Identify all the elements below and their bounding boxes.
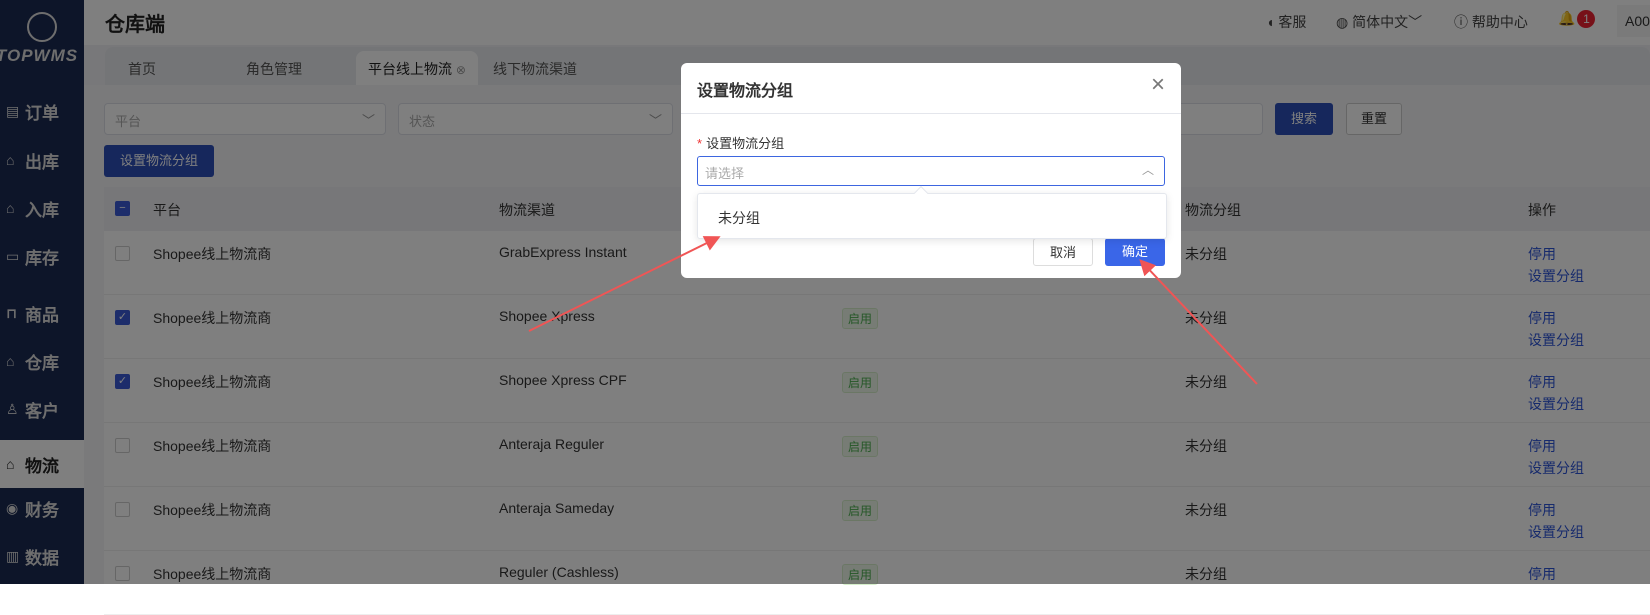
group-select-placeholder: 请选择 xyxy=(705,166,745,181)
required-mark: * xyxy=(697,136,703,151)
divider xyxy=(681,113,1181,114)
group-dropdown: 未分组 xyxy=(697,185,1167,239)
confirm-button[interactable]: 确定 xyxy=(1105,238,1165,266)
set-group-dialog: 设置物流分组 × * 设置物流分组 请选择 ︿ 取消 确定 xyxy=(681,63,1181,278)
cancel-button[interactable]: 取消 xyxy=(1033,238,1093,266)
dialog-title: 设置物流分组 xyxy=(697,83,794,100)
chevron-up-icon: ︿ xyxy=(1141,163,1154,177)
group-select[interactable]: 请选择 ︿ xyxy=(697,156,1165,186)
close-icon[interactable]: × xyxy=(1151,71,1165,99)
group-field-label: * 设置物流分组 xyxy=(697,133,784,152)
option-ungrouped[interactable]: 未分组 xyxy=(718,208,760,228)
label-text: 设置物流分组 xyxy=(706,136,785,151)
